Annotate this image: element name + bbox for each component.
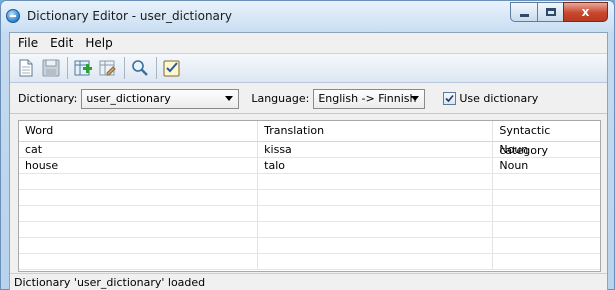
menu-help[interactable]: Help [79, 33, 118, 53]
toolbar-separator [156, 57, 157, 79]
search-icon [132, 60, 148, 76]
window-title: Dictionary Editor - user_dictionary [27, 9, 232, 23]
check-button[interactable] [160, 56, 184, 80]
status-bar: Dictionary 'user_dictionary' loaded [10, 273, 607, 290]
client-area: File Edit Help Dictionary: user_dictiona… [9, 32, 608, 290]
language-select[interactable]: English -> Finnish [313, 88, 426, 109]
table-row-empty[interactable] [19, 222, 600, 238]
app-window: Dictionary Editor - user_dictionary x Fi… [0, 0, 615, 290]
cell-translation[interactable]: kissa [258, 142, 494, 157]
save-icon [42, 59, 60, 77]
checkmark-icon [445, 94, 454, 103]
close-icon: x [581, 5, 590, 19]
table-row-empty[interactable] [19, 190, 600, 206]
app-icon [6, 9, 20, 23]
dictionary-select-value: user_dictionary [86, 92, 171, 105]
dictionary-label: Dictionary: [18, 92, 78, 105]
toolbar-separator [124, 57, 125, 79]
edit-entry-icon [99, 60, 116, 76]
maximize-icon [545, 8, 556, 16]
table-row[interactable]: cat kissa Noun [19, 142, 600, 158]
add-entry-button[interactable] [71, 56, 95, 80]
menu-edit[interactable]: Edit [44, 33, 79, 53]
chevron-down-icon [411, 95, 420, 101]
check-icon [163, 60, 180, 77]
menu-bar: File Edit Help [10, 33, 607, 53]
new-document-icon [19, 59, 33, 77]
add-entry-icon [74, 60, 92, 76]
dictionary-select[interactable]: user_dictionary [81, 88, 240, 109]
column-header-translation[interactable]: Translation [258, 121, 494, 141]
minimize-icon [519, 13, 529, 17]
table-row-empty[interactable] [19, 238, 600, 254]
filter-bar: Dictionary: user_dictionary Language: En… [10, 84, 607, 114]
minimize-button[interactable] [510, 2, 537, 22]
cell-translation[interactable]: talo [258, 158, 494, 173]
cell-word[interactable]: house [19, 158, 259, 173]
edit-entry-button[interactable] [96, 56, 120, 80]
use-dictionary-label[interactable]: Use dictionary [459, 92, 538, 105]
table-row[interactable]: house talo Noun [19, 158, 600, 174]
cell-category[interactable]: Noun [493, 142, 600, 157]
window-controls: x [510, 2, 608, 22]
dictionary-table: Word Translation Syntactic category cat … [18, 120, 601, 272]
cell-category[interactable]: Noun [493, 158, 600, 173]
title-bar[interactable]: Dictionary Editor - user_dictionary x [1, 1, 614, 32]
table-header: Word Translation Syntactic category [19, 121, 600, 157]
use-dictionary-checkbox[interactable] [443, 92, 457, 105]
column-header-syntactic-category[interactable]: Syntactic category [493, 121, 600, 157]
new-button[interactable] [14, 56, 38, 80]
table-row-empty[interactable] [19, 206, 600, 222]
menu-file[interactable]: File [12, 33, 44, 53]
language-label: Language: [251, 92, 310, 105]
toolbar [10, 53, 607, 83]
save-button[interactable] [39, 56, 63, 80]
table-row-empty[interactable] [19, 174, 600, 190]
table-row-empty[interactable] [19, 254, 600, 270]
cell-word[interactable]: cat [19, 142, 259, 157]
maximize-button[interactable] [537, 2, 563, 22]
search-button[interactable] [128, 56, 152, 80]
toolbar-separator [67, 57, 68, 79]
close-button[interactable]: x [563, 2, 608, 22]
language-select-value: English -> Finnish [318, 92, 417, 105]
chevron-down-icon [225, 95, 234, 101]
column-header-word[interactable]: Word [19, 121, 259, 141]
